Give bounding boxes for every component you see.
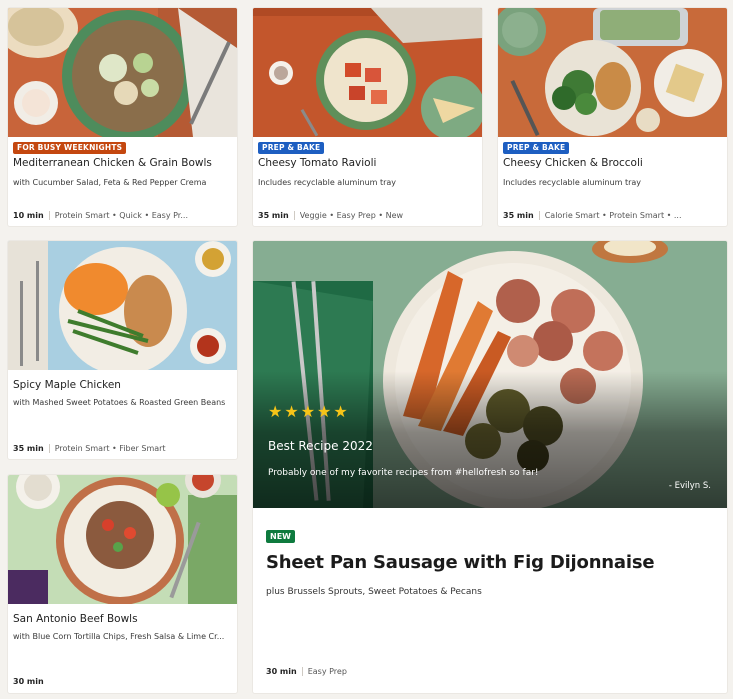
category-badge: FOR BUSY WEEKNIGHTS [13, 142, 127, 154]
recipe-subtitle: with Blue Corn Tortilla Chips, Fresh Sal… [13, 632, 225, 641]
prep-time: 35 min [503, 211, 534, 220]
recipe-tags: Protein Smart • Quick • Easy Pr... [54, 211, 188, 220]
recipe-tags: Easy Prep [307, 667, 347, 676]
meta-divider [48, 444, 50, 453]
review-title: Best Recipe 2022 [268, 439, 373, 453]
recipe-title[interactable]: Cheesy Tomato Ravioli [258, 157, 477, 169]
meta-divider [538, 211, 540, 220]
recipe-title[interactable]: Spicy Maple Chicken [13, 379, 232, 391]
recipe-meta: 10 min Protein Smart • Quick • Easy Pr..… [13, 211, 232, 220]
star-icon: ★ [317, 402, 332, 421]
category-badge: PREP & BAKE [503, 142, 570, 154]
prep-time: 30 min [266, 667, 297, 676]
recipe-title[interactable]: Mediterranean Chicken & Grain Bowls [13, 157, 232, 169]
recipe-card-spicy-maple-chicken[interactable]: Spicy Maple Chicken with Mashed Sweet Po… [8, 241, 237, 459]
recipe-photo [498, 8, 727, 137]
recipe-meta: 35 min Veggie • Easy Prep • New [258, 211, 477, 220]
star-icon: ★ [300, 402, 316, 421]
recipe-card-san-antonio-beef[interactable]: San Antonio Beef Bowls with Blue Corn To… [8, 475, 237, 693]
recipe-card-mediterranean[interactable]: FOR BUSY WEEKNIGHTS Mediterranean Chicke… [8, 8, 237, 226]
star-icon: ★ [333, 402, 348, 421]
recipe-meta: 30 min [13, 677, 232, 686]
featured-recipe-meta: 30 min Easy Prep [266, 667, 347, 676]
recipe-photo [8, 241, 237, 370]
prep-time: 35 min [13, 444, 44, 453]
meta-divider [293, 211, 295, 220]
recipe-subtitle: Includes recyclable aluminum tray [258, 178, 397, 187]
recipe-subtitle: with Mashed Sweet Potatoes & Roasted Gre… [13, 398, 226, 407]
meta-divider [48, 211, 50, 220]
featured-recipe-title[interactable]: Sheet Pan Sausage with Fig Dijonnaise [266, 552, 655, 573]
recipe-photo [253, 8, 482, 137]
recipe-photo [8, 8, 237, 137]
review-quote: Probably one of my favorite recipes from… [268, 468, 539, 478]
recipe-tags: Protein Smart • Fiber Smart [54, 444, 166, 453]
prep-time: 30 min [13, 677, 44, 686]
recipe-tags: Calorie Smart • Protein Smart • ... [544, 211, 682, 220]
recipe-card-ravioli[interactable]: PREP & BAKE Cheesy Tomato Ravioli Includ… [253, 8, 482, 226]
recipe-meta: 35 min Protein Smart • Fiber Smart [13, 444, 232, 453]
category-badge: PREP & BAKE [258, 142, 325, 154]
meta-divider [301, 667, 303, 676]
recipe-title[interactable]: San Antonio Beef Bowls [13, 613, 232, 625]
recipe-subtitle: Includes recyclable aluminum tray [503, 178, 642, 187]
rating-stars: ★ ★ ★ ★ ★ [268, 404, 348, 420]
recipe-photo [8, 475, 237, 604]
recipe-card-chicken-broccoli[interactable]: PREP & BAKE Cheesy Chicken & Broccoli In… [498, 8, 727, 226]
review-author: - Evilyn S. [668, 481, 711, 491]
prep-time: 35 min [258, 211, 289, 220]
recipe-subtitle: with Cucumber Salad, Feta & Red Pepper C… [13, 178, 207, 187]
star-icon: ★ [284, 402, 299, 421]
star-icon: ★ [268, 402, 283, 421]
featured-recipe-subtitle: plus Brussels Sprouts, Sweet Potatoes & … [266, 587, 482, 597]
new-badge: NEW [266, 530, 295, 543]
prep-time: 10 min [13, 211, 44, 220]
featured-recipe-card[interactable]: ★ ★ ★ ★ ★ Best Recipe 2022 Probably one … [253, 241, 727, 693]
recipe-title[interactable]: Cheesy Chicken & Broccoli [503, 157, 722, 169]
recipe-meta: 35 min Calorie Smart • Protein Smart • .… [503, 211, 722, 220]
recipe-tags: Veggie • Easy Prep • New [299, 211, 404, 220]
